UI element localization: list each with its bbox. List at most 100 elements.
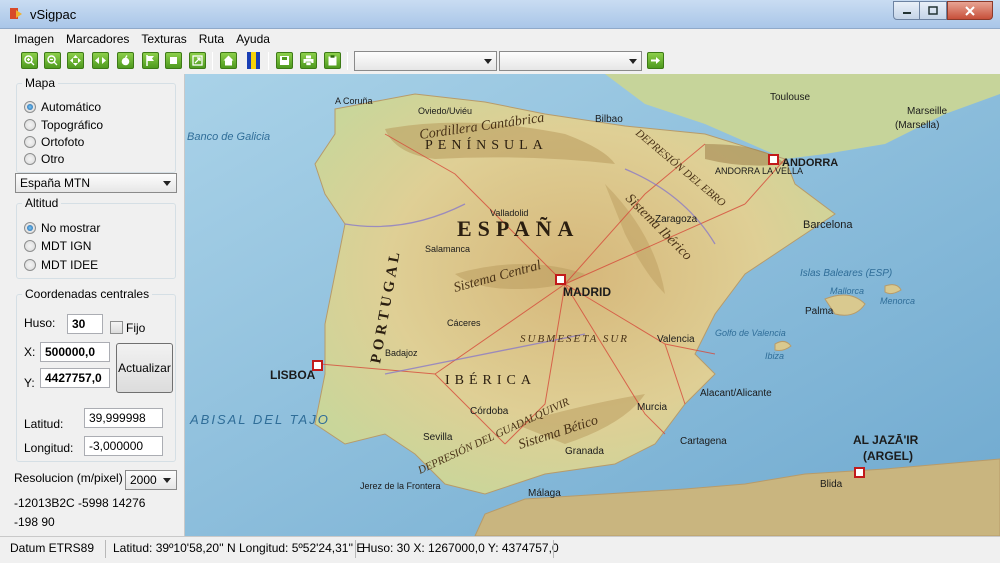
- map-label: ESPAÑA: [457, 216, 579, 241]
- radio-dot[interactable]: [24, 153, 36, 165]
- radio-label: Automático: [41, 100, 102, 114]
- radio-mdt-idee[interactable]: MDT IDEE: [24, 258, 98, 272]
- map-layer-select[interactable]: España MTN: [15, 173, 177, 193]
- latitude-field[interactable]: 39,999998: [84, 408, 163, 428]
- apple-button[interactable]: [117, 52, 134, 69]
- radio-mdt-ign[interactable]: MDT IGN: [24, 239, 91, 253]
- radio-label: No mostrar: [41, 221, 101, 235]
- clipboard-button[interactable]: [324, 52, 341, 69]
- map-label: Barcelona: [803, 219, 853, 231]
- home-icon: [223, 55, 234, 66]
- radio-no-mostrar[interactable]: No mostrar: [24, 221, 100, 235]
- radio-dot[interactable]: [24, 119, 36, 131]
- menu-ayuda[interactable]: Ayuda: [230, 29, 276, 49]
- map-canvas[interactable]: ESPAÑA PORTUGAL PENÍNSULA IBÉRICA MADRID…: [185, 74, 1000, 536]
- radio-topografico[interactable]: Topográfico: [24, 118, 103, 132]
- print-icon: [303, 55, 314, 66]
- minimize-button[interactable]: [893, 1, 920, 20]
- place-combo[interactable]: [354, 51, 497, 71]
- municipality-combo[interactable]: [499, 51, 642, 71]
- radio-dot[interactable]: [24, 240, 36, 252]
- map-label: Sevilla: [423, 432, 453, 443]
- y-label: Y:: [24, 376, 35, 390]
- minimize-icon: [902, 11, 911, 14]
- longitude-field[interactable]: -3,000000: [84, 436, 163, 456]
- update-button[interactable]: Actualizar: [116, 343, 173, 393]
- resolution-label: Resolucion (m/pixel): [14, 471, 123, 485]
- chevron-down-icon: [629, 59, 637, 64]
- title-bar: vSigpac: [0, 0, 1000, 29]
- menu-texturas[interactable]: Texturas: [135, 29, 192, 49]
- toolbar-separator: [347, 52, 348, 70]
- fijo-checkbox[interactable]: [110, 321, 123, 334]
- radio-dot[interactable]: [24, 259, 36, 271]
- map-label: Islas Baleares (ESP): [800, 268, 892, 279]
- save-button[interactable]: [276, 52, 293, 69]
- map-label: Bilbao: [595, 114, 623, 125]
- pan-horizontal-button[interactable]: [92, 52, 109, 69]
- map-label: Ibiza: [765, 351, 784, 361]
- map-label: Badajoz: [385, 348, 418, 358]
- zoom-in-icon: [24, 55, 35, 66]
- radio-automatico[interactable]: Automático: [24, 100, 101, 114]
- close-button[interactable]: [947, 1, 993, 20]
- map-label: Marseille: [907, 106, 947, 117]
- pan-all-icon: [70, 55, 81, 66]
- window-title: vSigpac: [30, 7, 77, 22]
- radio-label: Otro: [41, 152, 65, 166]
- radio-dot[interactable]: [24, 222, 36, 234]
- stop-button[interactable]: [165, 52, 182, 69]
- madrid-marker[interactable]: [555, 274, 566, 285]
- x-coordinate-field[interactable]: 500000,0: [40, 342, 110, 362]
- toolbar: [0, 49, 1000, 74]
- argel-marker[interactable]: [854, 467, 865, 478]
- radio-dot[interactable]: [24, 101, 36, 113]
- longitude-label: Longitud:: [24, 441, 74, 455]
- flag-button[interactable]: [142, 52, 159, 69]
- map-label: Blida: [820, 479, 843, 490]
- radio-label: MDT IGN: [41, 239, 92, 253]
- fullscreen-button[interactable]: [189, 52, 206, 69]
- menu-imagen[interactable]: Imagen: [8, 29, 60, 49]
- left-panel: Mapa Automático Topográfico Ortofoto Otr…: [0, 74, 185, 536]
- chevron-down-icon: [163, 478, 171, 483]
- y-coordinate-field[interactable]: 4427757,0: [40, 368, 110, 388]
- print-button[interactable]: [300, 52, 317, 69]
- zoom-in-button[interactable]: [21, 52, 38, 69]
- chevron-down-icon: [163, 181, 171, 186]
- huso-field[interactable]: 30: [67, 314, 103, 334]
- flag-andalucia-icon[interactable]: [247, 52, 260, 69]
- radio-dot[interactable]: [24, 136, 36, 148]
- map-label: (ARGEL): [863, 449, 913, 463]
- maximize-icon: [928, 5, 938, 15]
- map-view[interactable]: ESPAÑA PORTUGAL PENÍNSULA IBÉRICA MADRID…: [185, 74, 1000, 536]
- map-label: Valencia: [657, 334, 695, 345]
- map-label: Murcia: [637, 402, 667, 413]
- map-label: Banco de Galicia: [187, 131, 270, 143]
- maximize-button[interactable]: [920, 1, 947, 20]
- map-label: Córdoba: [470, 406, 509, 417]
- flag-icon: [146, 55, 154, 66]
- map-label: Alacant/Alicante: [700, 388, 772, 399]
- zoom-out-button[interactable]: [44, 52, 61, 69]
- map-label: Cartagena: [680, 436, 727, 447]
- menu-ruta[interactable]: Ruta: [193, 29, 230, 49]
- menu-bar: Imagen Marcadores Texturas Ruta Ayuda: [0, 29, 1000, 49]
- pan-all-button[interactable]: [67, 52, 84, 69]
- andorra-marker[interactable]: [768, 154, 779, 165]
- go-button[interactable]: [647, 52, 664, 69]
- resolution-select[interactable]: 2000: [125, 470, 177, 490]
- info-line-2: -198 90: [14, 515, 55, 529]
- resolution-select-value: 2000: [130, 473, 157, 487]
- radio-label: MDT IDEE: [41, 258, 99, 272]
- app-icon: [10, 8, 22, 19]
- menu-marcadores[interactable]: Marcadores: [60, 29, 135, 49]
- radio-ortofoto[interactable]: Ortofoto: [24, 135, 84, 149]
- map-label: MADRID: [563, 285, 611, 299]
- clipboard-icon: [328, 55, 337, 66]
- map-label: (Marsella): [895, 120, 939, 131]
- stop-icon: [170, 57, 177, 64]
- radio-otro[interactable]: Otro: [24, 152, 64, 166]
- x-label: X:: [24, 345, 36, 359]
- home-button[interactable]: [220, 52, 237, 69]
